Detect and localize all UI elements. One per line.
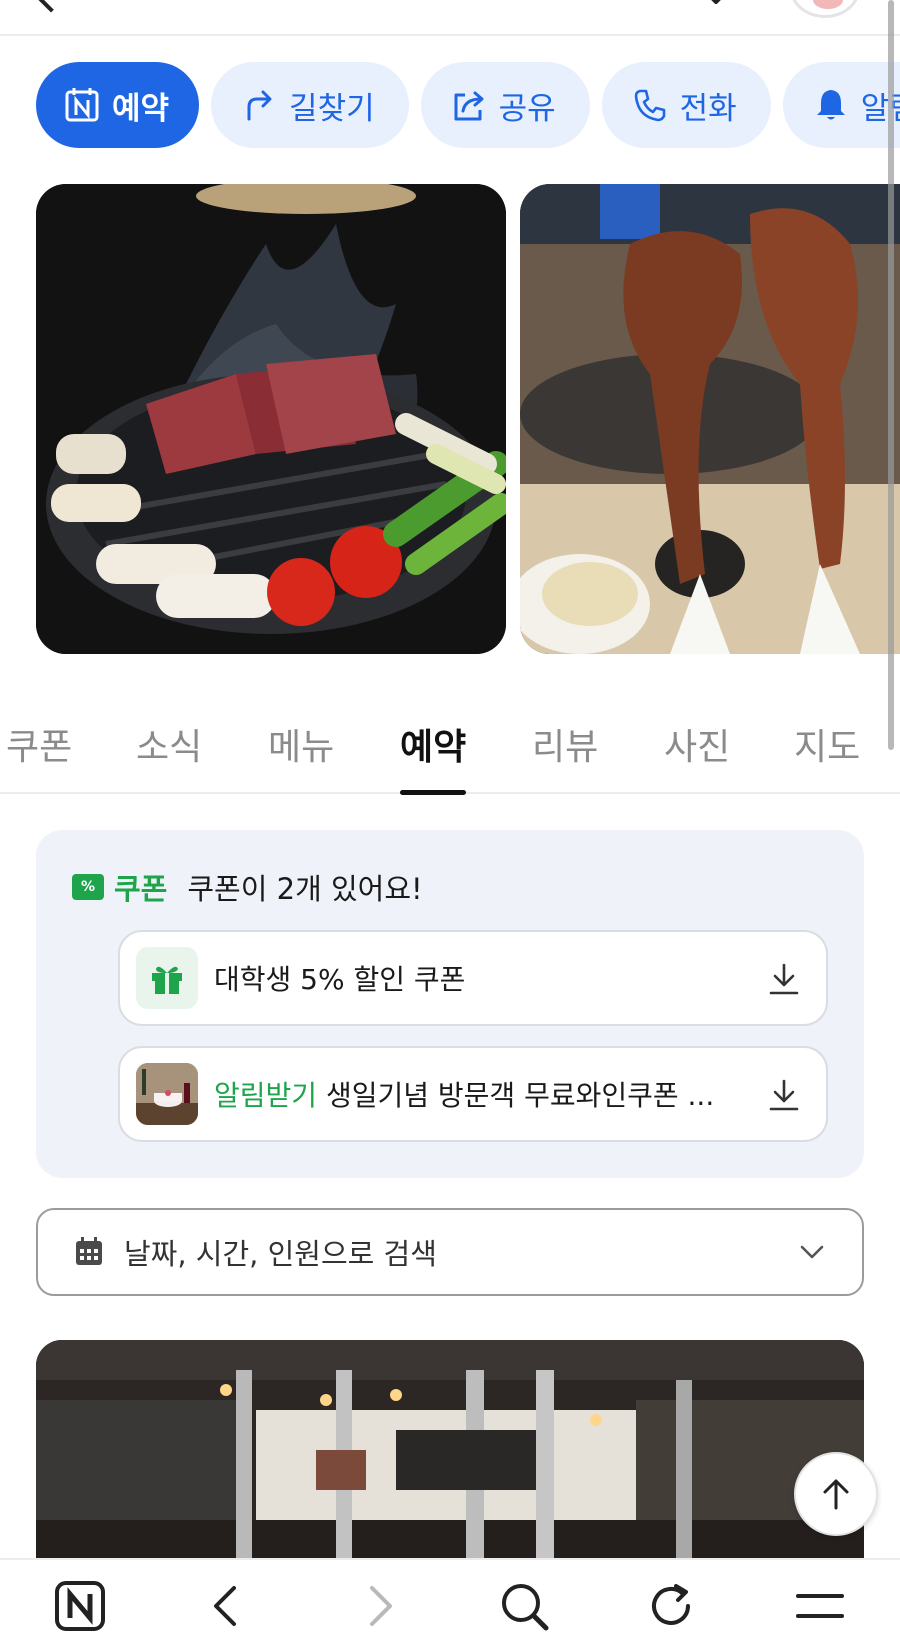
cake-thumbnail (136, 1063, 198, 1125)
top-app-bar (0, 0, 900, 36)
coupon-label: 쿠폰 (114, 872, 168, 906)
coupon-item-birthday[interactable]: 알림받기 생일기념 방문객 무료와인쿠폰 ... (118, 1046, 828, 1142)
tab-photos[interactable]: 사진 (664, 718, 730, 770)
tab-reservation[interactable]: 예약 (400, 718, 466, 770)
tab-map[interactable]: 지도 (794, 718, 860, 770)
calendar-icon (76, 1237, 102, 1265)
lamb-rack-photo[interactable] (520, 184, 900, 654)
refresh-icon (652, 1584, 690, 1625)
coupon-item-text: 생일기념 방문객 무료와인쿠폰 ... (317, 1079, 715, 1112)
restaurant-interior-photo[interactable] (36, 1340, 864, 1560)
hamburger-menu-icon (796, 1594, 844, 1618)
coupon-tag-icon: % (72, 874, 104, 900)
tab-news[interactable]: 소식 (136, 718, 202, 770)
coupon-item-text: 대학생 5% 할인 쿠폰 (214, 963, 466, 996)
phone-icon (634, 89, 665, 122)
reservation-search-field[interactable]: 날짜, 시간, 인원으로 검색 (36, 1208, 864, 1296)
directions-arrow-icon (247, 90, 272, 121)
coupon-item-highlight: 알림받기 (214, 1079, 318, 1112)
refresh-button[interactable] (644, 1578, 700, 1634)
lamb-grill-photo[interactable] (36, 184, 506, 654)
naver-n-icon (55, 1581, 105, 1631)
coupon-item-name: 대학생 5% 할인 쿠폰 (214, 958, 465, 998)
tab-review[interactable]: 리뷰 (532, 718, 598, 770)
bell-icon (816, 90, 845, 120)
chevron-right-icon (370, 1586, 392, 1626)
share-button[interactable]: 공유 (420, 62, 590, 148)
tab-coupon[interactable]: 쿠폰 (6, 718, 72, 770)
calendar-n-icon (65, 88, 99, 122)
reserve-button[interactable]: 예약 (36, 62, 200, 148)
tab-menu[interactable]: 메뉴 (268, 718, 334, 770)
naver-home-button[interactable] (52, 1578, 108, 1634)
directions-button-label: 길찾기 (289, 90, 375, 127)
browser-bottom-nav (0, 1558, 900, 1636)
share-button-label: 공유 (498, 90, 556, 127)
arrow-up-icon (823, 1479, 849, 1510)
reserve-button-label: 예약 (112, 90, 170, 127)
coupon-summary: 쿠폰이 2개 있어요! (187, 872, 423, 906)
action-chip-bar: 예약 길찾기 공유 전화 알림받기 (36, 62, 900, 148)
download-icon[interactable] (768, 1078, 800, 1112)
coupon-header: % 쿠폰 쿠폰이 2개 있어요! (72, 866, 423, 908)
back-button[interactable] (200, 1578, 256, 1634)
page-scrollbar[interactable] (888, 0, 894, 750)
share-icon (454, 91, 484, 121)
gift-icon (136, 947, 198, 1009)
section-tabs: 쿠폰 소식 메뉴 예약 리뷰 사진 지도 (0, 690, 900, 795)
coupon-item-name: 알림받기 생일기념 방문객 무료와인쿠폰 ... (214, 1074, 714, 1114)
search-placeholder: 날짜, 시간, 인원으로 검색 (124, 1237, 437, 1271)
notify-button-label: 알림받기 (860, 90, 900, 127)
bookmark-icon[interactable] (700, 0, 736, 4)
download-icon[interactable] (768, 962, 800, 996)
forward-button[interactable] (350, 1578, 406, 1634)
menu-button[interactable] (792, 1578, 848, 1634)
directions-button[interactable]: 길찾기 (211, 62, 409, 148)
notify-button[interactable]: 알림받기 (782, 62, 900, 148)
chevron-left-icon (214, 1586, 236, 1626)
call-button-label: 전화 (679, 90, 737, 127)
scroll-to-top-button[interactable] (794, 1452, 878, 1536)
coupon-section: % 쿠폰 쿠폰이 2개 있어요! 대학생 5% 할인 쿠폰 알림받기 생일기념 … (36, 830, 864, 1178)
back-icon[interactable] (35, 0, 67, 13)
call-button[interactable]: 전화 (601, 62, 771, 148)
profile-avatar[interactable] (790, 0, 860, 18)
chevron-down-icon (800, 1245, 824, 1259)
search-button[interactable] (496, 1578, 552, 1634)
active-tab-indicator (400, 790, 466, 795)
coupon-item-student[interactable]: 대학생 5% 할인 쿠폰 (118, 930, 828, 1026)
search-icon (502, 1584, 549, 1631)
